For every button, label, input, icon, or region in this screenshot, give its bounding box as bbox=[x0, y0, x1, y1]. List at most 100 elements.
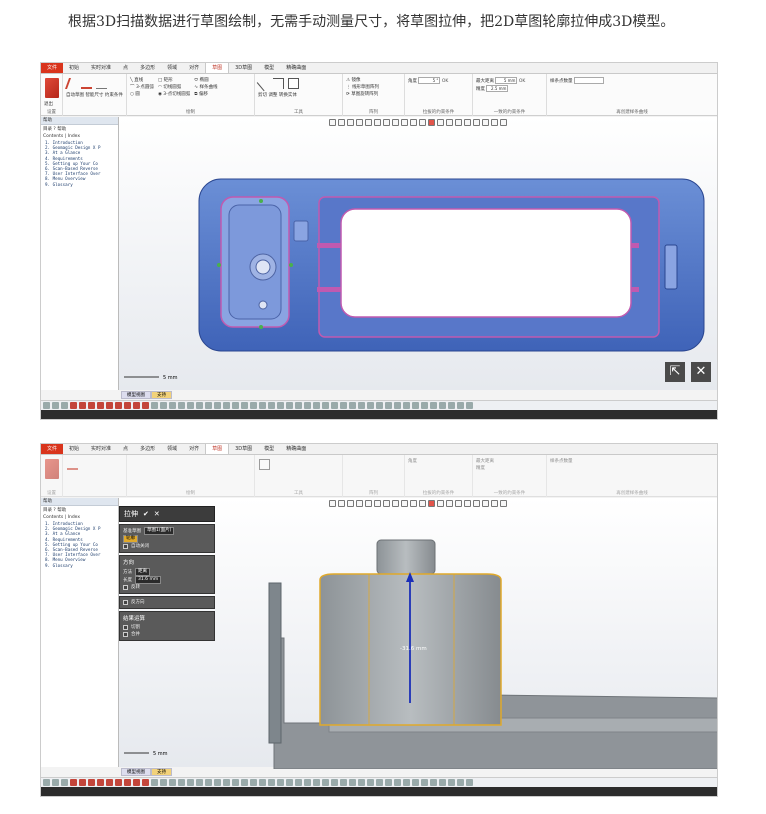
opposite-checkbox[interactable] bbox=[123, 600, 128, 605]
ribbon-tab[interactable]: 初始 bbox=[63, 63, 85, 73]
bottom-tool-icon[interactable] bbox=[61, 779, 68, 786]
bottom-tool-icon[interactable] bbox=[430, 402, 437, 409]
bottom-tool-icon[interactable] bbox=[313, 779, 320, 786]
bottom-tool-icon[interactable] bbox=[439, 402, 446, 409]
tab-support[interactable]: 支持 bbox=[151, 391, 172, 399]
bottom-tool-icon[interactable] bbox=[250, 779, 257, 786]
bottom-tool-icon[interactable] bbox=[70, 779, 77, 786]
bottom-tool-icon[interactable] bbox=[169, 402, 176, 409]
spline-tool[interactable]: ∿ 样条曲线 bbox=[194, 84, 217, 91]
bottom-tool-icon[interactable] bbox=[88, 402, 95, 409]
bottom-tool-icon[interactable] bbox=[376, 402, 383, 409]
maxdist-input[interactable]: 5 mm bbox=[495, 77, 518, 84]
ribbon-tab[interactable]: 文件 bbox=[41, 63, 64, 73]
bottom-tool-icon[interactable] bbox=[448, 402, 455, 409]
bottom-tool-icon[interactable] bbox=[169, 779, 176, 786]
bottom-tool-icon[interactable] bbox=[124, 779, 131, 786]
ribbon-tab[interactable]: 多边形 bbox=[134, 444, 161, 454]
smart-dimension-icon[interactable] bbox=[81, 78, 93, 89]
help-tree-item[interactable]: 9. Glossary bbox=[45, 182, 118, 187]
constraint-icon[interactable] bbox=[95, 78, 107, 89]
angle-ok-button[interactable]: OK bbox=[442, 79, 449, 84]
bottom-tool-icon[interactable] bbox=[457, 779, 464, 786]
bottom-tool-icon[interactable] bbox=[79, 402, 86, 409]
ribbon-tab[interactable]: 实时对准 bbox=[85, 444, 117, 454]
maxdist-ok-button[interactable]: OK bbox=[519, 79, 526, 84]
bottom-tool-icon[interactable] bbox=[376, 779, 383, 786]
tree-tabs[interactable]: Contents | Index bbox=[41, 133, 118, 140]
auto-sketch-icon[interactable] bbox=[64, 78, 81, 89]
bottom-tool-icon[interactable] bbox=[187, 402, 194, 409]
bottom-tool-icon[interactable] bbox=[277, 779, 284, 786]
bottom-tool-icon[interactable] bbox=[142, 779, 149, 786]
bottom-tool-icon[interactable] bbox=[160, 779, 167, 786]
bottom-tool-icon[interactable] bbox=[259, 779, 266, 786]
bottom-tool-icon[interactable] bbox=[295, 779, 302, 786]
tol-input[interactable]: 2.5 mm bbox=[486, 85, 509, 92]
linear-pattern-tool[interactable]: ⋮ 线形草图阵列 bbox=[346, 84, 401, 91]
line-tool[interactable]: ╲ 直线 bbox=[130, 77, 154, 84]
trim-icon[interactable] bbox=[256, 75, 273, 92]
contour-field[interactable]: 轮廓 bbox=[123, 535, 138, 543]
ribbon-tab[interactable]: 3D草图 bbox=[229, 63, 258, 73]
bottom-tool-icon[interactable] bbox=[466, 402, 473, 409]
tangent-arc-tool[interactable]: ◠ 切线圆弧 bbox=[158, 84, 190, 91]
bottom-tool-icon[interactable] bbox=[187, 779, 194, 786]
bottom-tool-icon[interactable] bbox=[268, 779, 275, 786]
help-tree-item[interactable]: 9. Glossary bbox=[45, 563, 118, 568]
bottom-tool-icon[interactable] bbox=[394, 402, 401, 409]
bottom-tool-icon[interactable] bbox=[61, 402, 68, 409]
bottom-tool-icon[interactable] bbox=[160, 402, 167, 409]
bottom-tool-icon[interactable] bbox=[412, 402, 419, 409]
close-mode-button[interactable]: ✕ bbox=[691, 362, 711, 382]
ribbon-tab[interactable]: 实时对准 bbox=[85, 63, 117, 73]
bottom-tool-icon[interactable] bbox=[106, 779, 113, 786]
bottom-tool-icon[interactable] bbox=[214, 779, 221, 786]
ribbon-tab[interactable]: 草图 bbox=[205, 63, 230, 73]
bottom-tool-icon[interactable] bbox=[457, 402, 464, 409]
bottom-tool-icon[interactable] bbox=[106, 402, 113, 409]
bottom-tool-icon[interactable] bbox=[241, 402, 248, 409]
circle-tool[interactable]: ○ 圆 bbox=[130, 91, 154, 98]
ribbon-tab[interactable]: 文件 bbox=[41, 444, 64, 454]
bottom-tool-icon[interactable] bbox=[322, 779, 329, 786]
help-panel-tabs[interactable]: 目录 ? 帮助 bbox=[41, 506, 118, 514]
tab-model-view[interactable]: 模型视图 bbox=[121, 768, 151, 776]
bottom-tool-icon[interactable] bbox=[394, 779, 401, 786]
angle-input[interactable]: 5 ° bbox=[418, 77, 441, 84]
ellipse-tool[interactable]: ⬭ 椭圆 bbox=[194, 77, 217, 84]
bottom-tool-icon[interactable] bbox=[295, 402, 302, 409]
bottom-tool-icon[interactable] bbox=[205, 779, 212, 786]
tangent-arc3-tool[interactable]: ◉ 3-点切线圆弧 bbox=[158, 91, 190, 98]
length-input[interactable]: 31.6 mm bbox=[135, 576, 162, 584]
ribbon-tab[interactable]: 点 bbox=[117, 444, 134, 454]
bottom-tool-icon[interactable] bbox=[322, 402, 329, 409]
circular-pattern-tool[interactable]: ⟳ 草图旋转阵列 bbox=[346, 91, 401, 98]
ribbon-tab[interactable]: 领域 bbox=[161, 444, 183, 454]
bottom-tool-icon[interactable] bbox=[88, 779, 95, 786]
arc-tool[interactable]: ⌒ 3-点圆弧 bbox=[130, 84, 154, 91]
bottom-tool-icon[interactable] bbox=[97, 402, 104, 409]
ribbon-tab[interactable]: 模型 bbox=[258, 63, 280, 73]
bottom-tool-icon[interactable] bbox=[70, 402, 77, 409]
auto-close-checkbox[interactable] bbox=[123, 544, 128, 549]
bottom-tool-icon[interactable] bbox=[403, 402, 410, 409]
help-panel-tabs[interactable]: 目录 ? 帮助 bbox=[41, 125, 118, 133]
ribbon-tab[interactable]: 模型 bbox=[258, 444, 280, 454]
bottom-tool-icon[interactable] bbox=[430, 779, 437, 786]
tab-model-view[interactable]: 模型视图 bbox=[121, 391, 151, 399]
bottom-tool-icon[interactable] bbox=[232, 779, 239, 786]
bottom-tool-icon[interactable] bbox=[52, 402, 59, 409]
ribbon-tab[interactable]: 点 bbox=[117, 63, 134, 73]
bottom-tool-icon[interactable] bbox=[232, 402, 239, 409]
bottom-tool-icon[interactable] bbox=[115, 779, 122, 786]
ribbon-tab[interactable]: 精确曲面 bbox=[280, 444, 312, 454]
bottom-tool-icon[interactable] bbox=[304, 779, 311, 786]
bottom-tool-icon[interactable] bbox=[466, 779, 473, 786]
opposite-section[interactable]: 反方向 bbox=[119, 596, 215, 609]
base-sketch-select[interactable]: 草图1(面片) bbox=[144, 527, 175, 535]
bottom-tool-icon[interactable] bbox=[421, 402, 428, 409]
bottom-tool-icon[interactable] bbox=[178, 779, 185, 786]
bottom-tool-icon[interactable] bbox=[385, 402, 392, 409]
ribbon-tab[interactable]: 对齐 bbox=[183, 63, 205, 73]
